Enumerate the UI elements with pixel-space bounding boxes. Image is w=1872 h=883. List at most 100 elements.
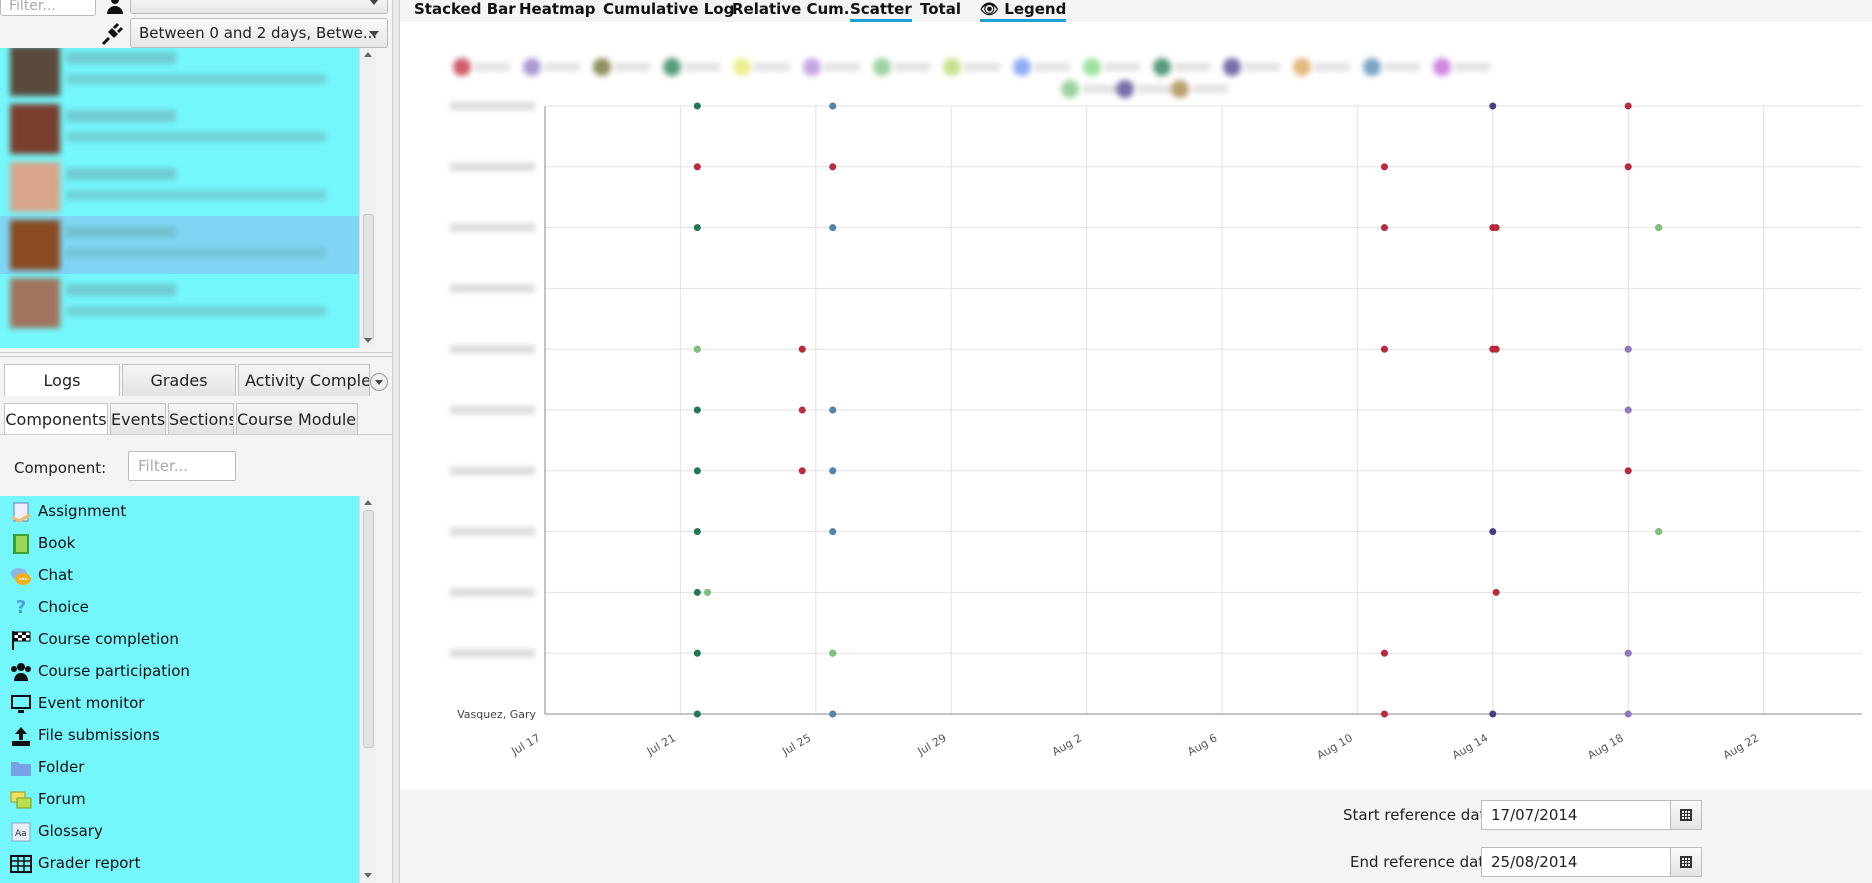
legend-label-blurred [1454,63,1490,71]
tab-total[interactable]: Total [920,0,961,18]
legend-swatch [1153,58,1171,76]
tabs-overflow-button[interactable] [370,373,388,391]
avatar [10,162,60,212]
list-item-course-participation[interactable]: Course participation [0,656,376,688]
scatter-point [829,467,837,475]
tab-grades[interactable]: Grades [122,364,236,396]
scroll-up-arrow[interactable] [364,52,372,57]
tab-course-modules[interactable]: Course Modules [236,403,358,435]
list-item-glossary[interactable]: Aa Glossary [0,816,376,848]
scatter-point [1380,710,1389,718]
y-tick-label-blurred [450,284,535,293]
date-range-select[interactable]: Between 0 and 2 days, Betwe... [130,18,388,48]
tab-legend[interactable]: 👁 Legend [980,0,1067,22]
y-tick-label-blurred [450,466,535,475]
scatter-point [1655,527,1663,536]
end-date-input[interactable]: 25/08/2014 [1481,847,1671,877]
list-item-event-monitor[interactable]: Event monitor [0,688,376,720]
component-filter-input[interactable]: Filter... [128,451,236,481]
list-item[interactable] [0,100,376,158]
y-tick-label-blurred [450,588,535,597]
glossary-icon: Aa [10,821,32,843]
list-item-book[interactable]: Book [0,528,376,560]
x-tick-label: Jul 17 [508,731,542,758]
users-icon[interactable] [104,0,126,16]
scatter-point [798,406,806,414]
list-item-selected[interactable] [0,216,376,274]
legend-label-blurred [474,63,510,71]
user-name-blurred [66,52,176,64]
list-item-course-completion[interactable]: Course completion [0,624,376,656]
user-name-blurred [66,226,176,238]
list-item-file-submissions[interactable]: File submissions [0,720,376,752]
x-tick-label: Jul 21 [644,731,678,758]
tab-activity-completion[interactable]: Activity Completion [238,364,370,396]
legend-label-blurred [1244,63,1280,71]
scatter-point [693,406,701,414]
list-item[interactable] [0,274,376,332]
scatter-point [829,223,837,232]
legend-label-blurred [1384,63,1420,71]
list-item-forum[interactable]: Forum [0,784,376,816]
list-item-folder[interactable]: Folder [0,752,376,784]
scroll-up-arrow[interactable] [364,500,372,505]
tab-events[interactable]: Events [110,403,166,435]
y-tick-label: Vasquez, Gary [457,708,536,721]
scatter-point [693,163,701,171]
assignment-icon [10,501,32,523]
tab-logs[interactable]: Logs [4,364,120,396]
vertical-splitter[interactable] [392,0,400,883]
list-item[interactable] [0,158,376,216]
list-item-grader-report[interactable]: Grader report [0,848,376,880]
start-date-picker-button[interactable] [1670,800,1702,830]
module-list: Assignment Book Chat ? Choice Course com… [0,496,376,883]
tab-sections[interactable]: Sections [168,403,234,435]
flag-icon [10,629,32,651]
legend-label-blurred [1314,63,1350,71]
scatter-point [693,588,701,597]
y-tick-label-blurred [450,527,535,536]
list-item[interactable] [0,48,376,100]
scatter-point [1380,345,1389,353]
svg-text:Aa: Aa [15,829,27,839]
scatter-point [1380,649,1389,657]
legend-swatch [803,58,821,76]
user-details-blurred [66,248,326,258]
scroll-down-arrow[interactable] [364,873,372,878]
scatter-point [829,649,837,657]
user-list [0,48,376,348]
legend-label-blurred [1034,63,1070,71]
scatter-point [1624,467,1632,475]
tab-stacked-bar[interactable]: Stacked Bar [414,0,516,18]
scatter-point [693,223,701,232]
user-filter-input[interactable]: Filter... [0,0,96,16]
group-select[interactable] [130,0,388,14]
tab-cumulative-log[interactable]: Cumulative Log [603,0,734,18]
list-item-assignment[interactable]: Assignment [0,496,376,528]
scroll-thumb[interactable] [363,510,374,748]
x-tick-label: Aug 18 [1585,731,1625,762]
list-item-choice[interactable]: ? Choice [0,592,376,624]
user-list-scrollbar[interactable] [359,48,376,348]
splitter-handle[interactable] [0,352,392,357]
scatter-point [798,345,806,353]
scroll-thumb[interactable] [363,214,374,340]
legend-swatch [663,58,681,76]
legend-label-blurred [1137,85,1173,93]
legend-swatch [1433,58,1451,76]
tab-scatter[interactable]: Scatter [850,0,912,22]
tab-heatmap[interactable]: Heatmap [519,0,596,18]
module-list-scrollbar[interactable] [359,496,376,883]
user-details-blurred [66,74,326,84]
tab-relative-cum[interactable]: Relative Cum. [732,0,850,18]
x-tick-label: Jul 29 [915,731,949,758]
legend-swatch [1013,58,1031,76]
scatter-point [798,467,806,475]
end-date-picker-button[interactable] [1670,847,1702,877]
tab-components[interactable]: Components [4,403,108,435]
scroll-down-arrow[interactable] [364,338,372,343]
list-item-chat[interactable]: Chat [0,560,376,592]
plug-icon[interactable] [100,20,126,46]
start-date-input[interactable]: 17/07/2014 [1481,800,1671,830]
scatter-point [1380,223,1389,232]
